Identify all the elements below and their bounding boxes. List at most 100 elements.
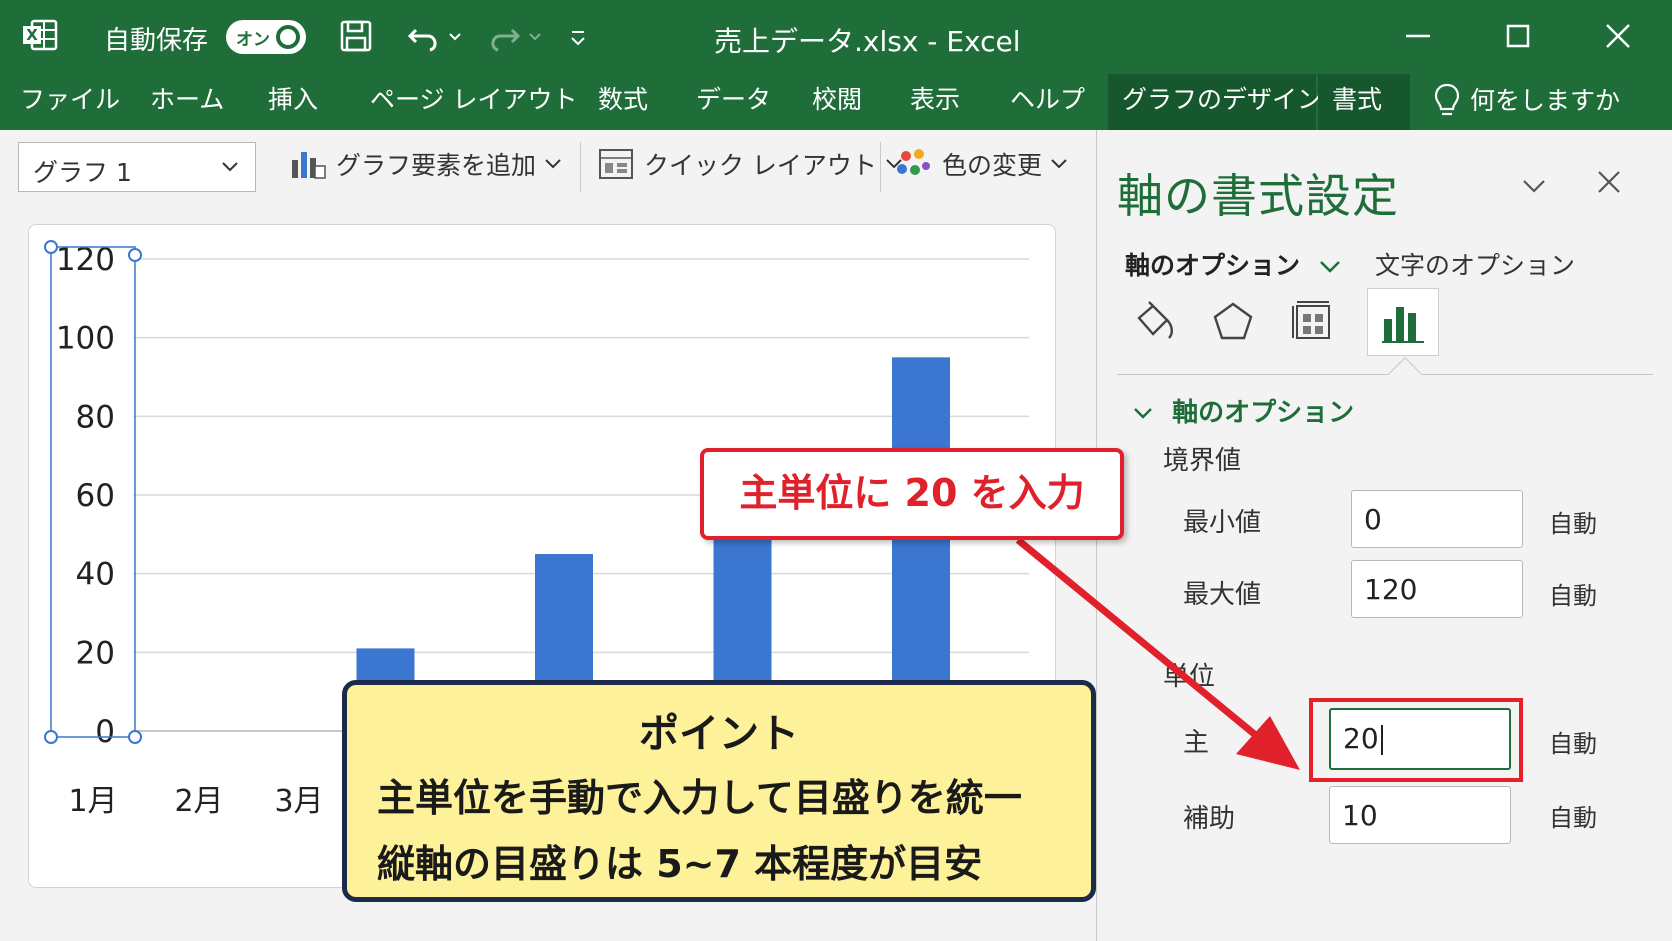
palette-icon — [897, 149, 930, 175]
y-tick-label: 40 — [76, 557, 115, 593]
major-unit-value: 20 — [1343, 722, 1379, 755]
format-axis-pane: 軸の書式設定 軸のオプション 文字のオプション 軸のオプション 境界値 最小値 … — [1096, 130, 1672, 941]
save-icon[interactable] — [338, 18, 374, 54]
tab-help[interactable]: ヘルプ — [996, 74, 1099, 130]
minor-auto-button[interactable]: 自動 — [1549, 798, 1597, 833]
customize-icon[interactable] — [568, 18, 588, 54]
tell-me-search[interactable]: 何をしますか — [1432, 74, 1620, 130]
major-auto-button[interactable]: 自動 — [1549, 724, 1597, 759]
x-tick-label: 1月 — [68, 784, 117, 819]
chevron-down-icon[interactable] — [1521, 178, 1547, 196]
x-tick-label: 3月 — [274, 784, 323, 819]
toggle-knob — [276, 25, 300, 49]
bounds-label: 境界値 — [1163, 446, 1242, 476]
minor-label: 補助 — [1183, 804, 1236, 834]
autosave-toggle[interactable]: オン — [226, 20, 306, 54]
selection-handle — [44, 730, 58, 744]
tab-axis-options-label: 軸のオプション — [1125, 251, 1301, 280]
chart-element-select[interactable]: グラフ 1 — [18, 142, 256, 192]
section-title-label: 軸のオプション — [1172, 398, 1355, 428]
chevron-down-icon — [1134, 408, 1152, 419]
instruction-callout: 主単位に 20 を入力 — [700, 448, 1124, 540]
change-colors-label: 色の変更 — [941, 151, 1042, 180]
size-properties-icon — [1292, 301, 1330, 339]
axis-options-icon — [1382, 307, 1424, 343]
excel-logo-icon[interactable]: X — [22, 17, 58, 53]
tell-me-label: 何をしますか — [1469, 86, 1620, 115]
min-value-field[interactable]: 0 — [1351, 490, 1523, 548]
close-icon[interactable] — [1598, 16, 1638, 56]
fill-line-icon — [1137, 301, 1173, 339]
y-tick-label: 0 — [95, 714, 115, 750]
selection-handle — [44, 240, 58, 254]
toolbar-divider — [880, 142, 881, 192]
tab-chart-design[interactable]: グラフのデザイン — [1108, 74, 1322, 130]
tab-formulas[interactable]: 数式 — [584, 74, 662, 130]
text-caret — [1380, 725, 1383, 755]
y-tick-label: 80 — [76, 399, 115, 435]
bar — [892, 357, 950, 731]
max-value-field[interactable]: 120 — [1351, 560, 1523, 618]
selection-handle — [128, 730, 142, 744]
svg-text:X: X — [26, 26, 38, 44]
chevron-down-icon — [1051, 159, 1067, 169]
tab-file[interactable]: ファイル — [6, 74, 134, 130]
redo-icon[interactable] — [486, 18, 542, 54]
major-unit-field[interactable]: 20 — [1329, 708, 1511, 770]
tab-insert[interactable]: 挿入 — [254, 74, 332, 130]
axis-options-button[interactable] — [1367, 288, 1439, 356]
autosave-toggle-label: オン — [236, 30, 270, 50]
tab-axis-options[interactable]: 軸のオプション — [1125, 246, 1341, 282]
tab-format[interactable]: 書式 — [1318, 74, 1410, 130]
min-label: 最小値 — [1183, 508, 1262, 538]
minimize-icon[interactable] — [1398, 16, 1438, 56]
x-tick-label: 2月 — [174, 784, 223, 819]
autosave-label: 自動保存 — [104, 26, 209, 56]
add-chart-element-button[interactable]: グラフ要素を追加 — [288, 144, 562, 188]
chart-select-value: グラフ 1 — [33, 158, 132, 187]
document-title: 売上データ.xlsx - Excel — [714, 25, 1021, 58]
effects-button[interactable] — [1197, 288, 1269, 356]
point-callout-title: ポイント — [639, 711, 799, 757]
tab-page-layout[interactable]: ページ レイアウト — [356, 74, 591, 130]
max-label: 最大値 — [1183, 580, 1262, 610]
close-icon[interactable] — [1595, 168, 1623, 196]
major-label: 主 — [1183, 728, 1210, 758]
point-callout: ポイント 主単位を手動で入力して目盛りを統一 縦軸の目盛りは 5~7 本程度が目… — [342, 680, 1096, 902]
quick-layout-icon — [599, 149, 633, 179]
units-label: 単位 — [1163, 662, 1216, 692]
y-tick-label: 60 — [76, 478, 115, 514]
chevron-down-icon — [1319, 261, 1340, 273]
toolbar-divider — [580, 142, 581, 192]
quick-layout-button[interactable]: クイック レイアウト — [596, 144, 903, 188]
chevron-down-icon — [545, 159, 561, 169]
chevron-down-icon — [222, 162, 238, 172]
max-auto-button[interactable]: 自動 — [1549, 576, 1597, 611]
tab-review[interactable]: 校閲 — [798, 74, 876, 130]
tab-home[interactable]: ホーム — [136, 74, 238, 130]
add-chart-element-icon — [292, 152, 326, 179]
y-tick-label: 100 — [56, 321, 115, 357]
minor-unit-field[interactable]: 10 — [1329, 786, 1511, 844]
title-bar: X 自動保存 オン 売上データ.xlsx - Excel — [0, 0, 1672, 74]
undo-icon[interactable] — [406, 18, 462, 54]
tab-view[interactable]: 表示 — [896, 74, 974, 130]
ribbon-tabs: ファイル ホーム 挿入 ページ レイアウト 数式 データ 校閲 表示 ヘルプ グ… — [0, 74, 1672, 130]
y-tick-label: 20 — [76, 635, 115, 671]
pane-title: 軸の書式設定 — [1117, 169, 1399, 223]
tab-data[interactable]: データ — [682, 74, 785, 130]
change-colors-button[interactable]: 色の変更 — [894, 144, 1068, 188]
selection-handle — [128, 248, 142, 262]
min-auto-button[interactable]: 自動 — [1549, 504, 1597, 539]
pane-divider — [1117, 374, 1653, 375]
axis-options-section-header[interactable]: 軸のオプション — [1133, 392, 1354, 429]
size-properties-button[interactable] — [1277, 288, 1349, 356]
maximize-icon[interactable] — [1498, 16, 1538, 56]
point-callout-line1: 主単位を手動で入力して目盛りを統一 — [377, 776, 1022, 820]
chart-toolbar: グラフ 1 グラフ要素を追加 クイック レイアウト 色の変更 — [0, 130, 1096, 202]
effects-icon — [1213, 302, 1253, 340]
add-chart-element-label: グラフ要素を追加 — [335, 151, 536, 180]
fill-line-button[interactable] — [1117, 288, 1189, 356]
point-callout-line2: 縦軸の目盛りは 5~7 本程度が目安 — [377, 842, 983, 886]
tab-text-options[interactable]: 文字のオプション — [1375, 246, 1575, 282]
